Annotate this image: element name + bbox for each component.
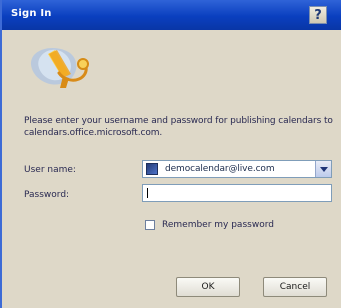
- sign-in-instructions: Please enter your username and password …: [24, 116, 333, 138]
- user-account-icon: [146, 163, 158, 175]
- sign-in-logo-icon: [26, 44, 94, 94]
- help-icon[interactable]: ?: [309, 6, 327, 24]
- dropdown-arrow-button[interactable]: [315, 161, 331, 177]
- username-label: User name:: [24, 165, 76, 175]
- remember-password-label[interactable]: Remember my password: [162, 219, 274, 231]
- chevron-down-icon: [319, 166, 328, 172]
- remember-password-checkbox[interactable]: [145, 220, 155, 230]
- username-value: democalendar@live.com: [165, 164, 275, 174]
- title-bar[interactable]: Sign In ?: [2, 0, 341, 30]
- sign-in-dialog: Sign In ? Please enter your username and…: [0, 0, 341, 308]
- username-dropdown[interactable]: democalendar@live.com: [142, 160, 332, 178]
- dialog-title: Sign In: [11, 8, 52, 19]
- password-label: Password:: [24, 190, 70, 200]
- cancel-button[interactable]: Cancel: [263, 277, 327, 297]
- text-caret: [147, 188, 148, 198]
- password-field[interactable]: [142, 184, 332, 202]
- ok-button[interactable]: OK: [176, 277, 240, 297]
